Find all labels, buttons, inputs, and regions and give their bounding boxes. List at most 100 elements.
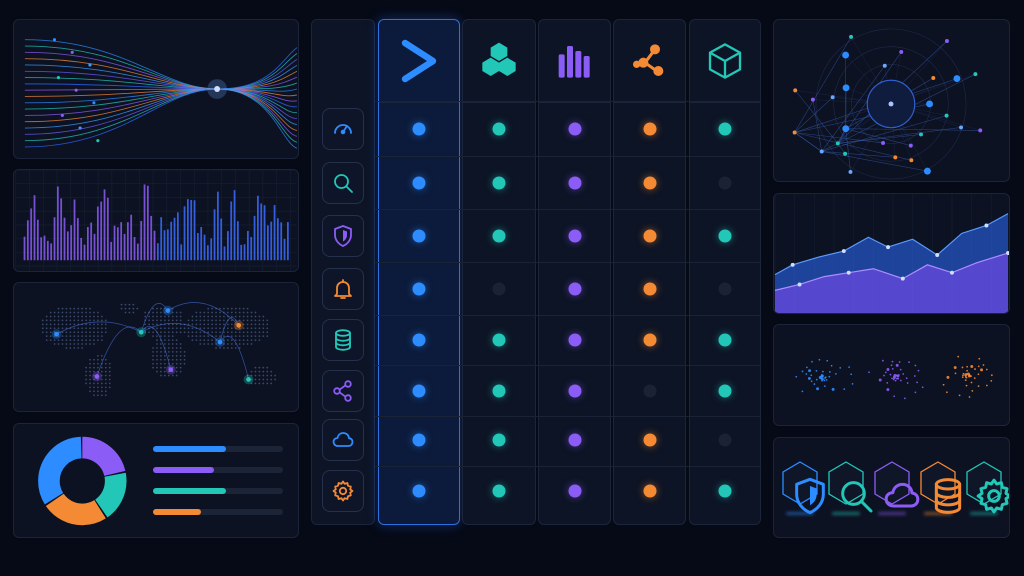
status-dot-on[interactable] <box>492 333 506 347</box>
map-dot <box>246 311 249 314</box>
status-dot-on[interactable] <box>643 433 656 447</box>
status-dot-on[interactable] <box>643 122 656 136</box>
map-dot <box>100 370 103 373</box>
row-icon-cloud[interactable] <box>322 419 364 461</box>
status-dot-on[interactable] <box>412 282 426 296</box>
map-dot <box>81 307 84 310</box>
map-dot <box>160 319 162 322</box>
status-dot-on[interactable] <box>492 433 506 447</box>
status-dot-off[interactable] <box>718 433 732 447</box>
status-dot-on[interactable] <box>492 229 506 243</box>
status-dot-on[interactable] <box>718 384 732 398</box>
area-point <box>846 270 851 275</box>
status-dot-on[interactable] <box>568 484 581 498</box>
status-dot-on[interactable] <box>643 333 656 347</box>
map-dot <box>160 374 162 377</box>
status-dot-on[interactable] <box>643 229 656 243</box>
matrix-column-2[interactable] <box>462 19 536 525</box>
status-dot-on[interactable] <box>412 229 426 243</box>
spectrum-bar <box>230 201 233 261</box>
status-dot-on[interactable] <box>568 433 581 447</box>
map-dot <box>100 323 103 326</box>
map-dot <box>69 311 72 314</box>
status-dot-on[interactable] <box>643 484 656 498</box>
status-dot-on[interactable] <box>568 122 581 136</box>
hex-button-database[interactable] <box>918 460 962 515</box>
row-icon-gauge[interactable] <box>322 108 364 150</box>
spectrum-bar <box>277 218 279 261</box>
map-dot <box>128 311 131 314</box>
row-icon-bell[interactable] <box>322 268 364 310</box>
row-icon-gear[interactable] <box>322 470 364 512</box>
cluster-point <box>913 375 916 377</box>
row-icon-share[interactable] <box>322 370 364 412</box>
status-dot-on[interactable] <box>492 122 506 136</box>
network-edge <box>821 151 896 158</box>
column-header-5[interactable] <box>690 20 760 103</box>
map-dot <box>234 347 237 349</box>
status-dot-on[interactable] <box>412 484 426 498</box>
map-dot <box>53 319 56 322</box>
status-dot-on[interactable] <box>568 176 581 190</box>
map-location <box>138 329 144 335</box>
map-dot <box>199 335 202 338</box>
status-dot-on[interactable] <box>568 384 581 398</box>
map-dot <box>179 311 182 314</box>
hex-button-shield[interactable] <box>780 460 825 515</box>
map-dot <box>152 362 154 365</box>
map-dot <box>69 319 72 322</box>
map-dot <box>108 362 111 365</box>
matrix-column-5[interactable] <box>689 19 761 525</box>
column-header-1[interactable] <box>379 20 459 103</box>
column-header-4[interactable] <box>614 20 685 103</box>
status-dot-on[interactable] <box>412 384 426 398</box>
spectrum-bar <box>70 225 73 261</box>
status-dot-on[interactable] <box>492 484 506 498</box>
status-dot-off[interactable] <box>718 176 732 190</box>
status-dot-on[interactable] <box>568 282 581 296</box>
status-dot-on[interactable] <box>718 229 732 243</box>
status-dot-on[interactable] <box>718 333 732 347</box>
map-dot <box>223 323 225 326</box>
status-dot-on[interactable] <box>643 282 656 296</box>
matrix-column-3[interactable] <box>538 19 611 525</box>
hex-button-search[interactable] <box>826 460 873 515</box>
matrix-column-1[interactable] <box>378 19 460 525</box>
status-dot-off[interactable] <box>718 282 732 296</box>
cluster-point <box>818 358 821 361</box>
status-dot-on[interactable] <box>492 176 506 190</box>
map-dot <box>199 343 202 345</box>
hex-button-gear[interactable] <box>964 460 1009 515</box>
map-dot <box>163 370 166 373</box>
status-dot-on[interactable] <box>718 122 732 136</box>
row-icon-search[interactable] <box>322 162 364 204</box>
row-icon-database[interactable] <box>322 319 364 361</box>
cluster-point <box>906 382 909 384</box>
map-dot <box>85 319 87 322</box>
status-dot-on[interactable] <box>643 176 656 190</box>
status-dot-on[interactable] <box>412 176 426 190</box>
status-dot-off[interactable] <box>492 282 506 296</box>
map-dot <box>100 327 103 330</box>
status-dot-on[interactable] <box>718 484 732 498</box>
status-dot-on[interactable] <box>568 333 581 347</box>
status-dot-on[interactable] <box>568 229 581 243</box>
map-dot <box>124 307 127 310</box>
cubes-icon <box>482 42 516 76</box>
network-node <box>843 151 848 156</box>
column-header-2[interactable] <box>463 20 535 103</box>
status-dot-off[interactable] <box>643 384 656 398</box>
spectrum-bar <box>120 222 123 261</box>
row-icon-shield[interactable] <box>322 215 364 257</box>
hex-button-cloud[interactable] <box>872 460 920 515</box>
map-dot <box>156 307 158 310</box>
status-dot-on[interactable] <box>412 333 426 347</box>
map-dot <box>45 327 48 330</box>
status-dot-on[interactable] <box>412 122 426 136</box>
map-dot <box>45 323 48 326</box>
column-header-3[interactable] <box>539 20 610 103</box>
matrix-column-4[interactable] <box>613 19 686 525</box>
status-dot-on[interactable] <box>412 433 426 447</box>
status-dot-on[interactable] <box>492 384 506 398</box>
map-dot <box>238 315 241 318</box>
